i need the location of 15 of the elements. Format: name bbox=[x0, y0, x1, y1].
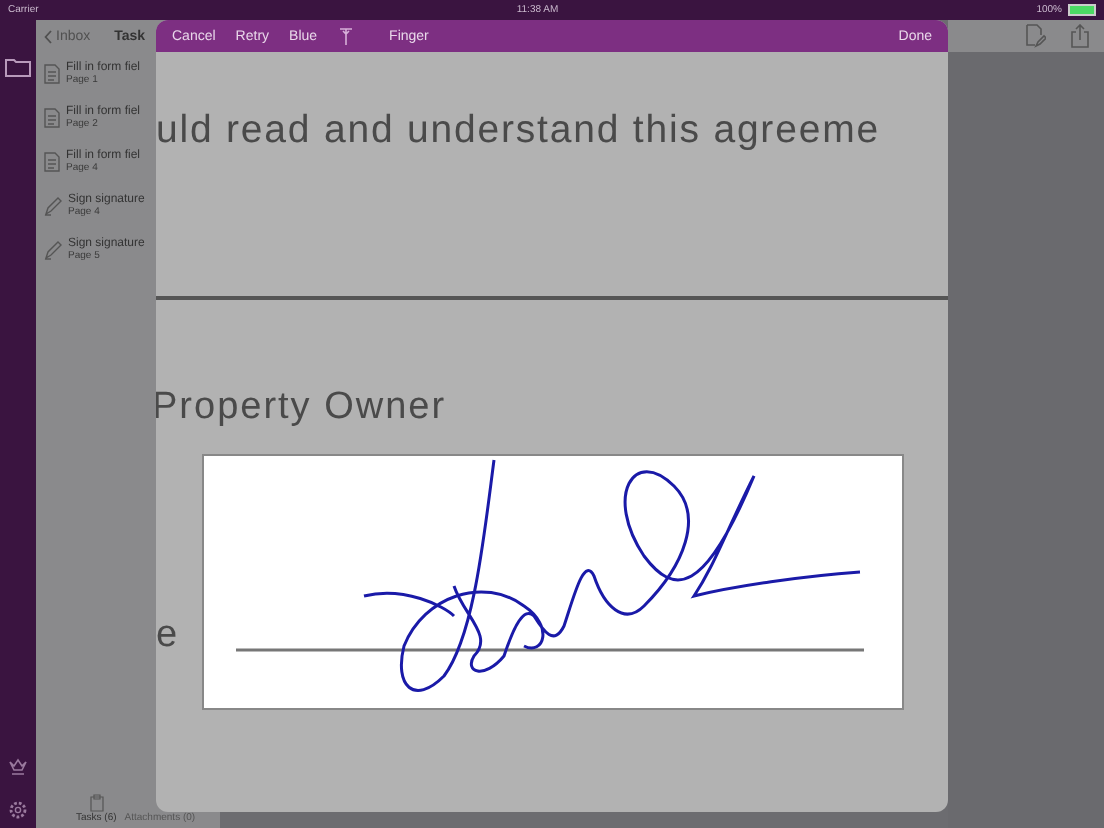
folder-icon[interactable] bbox=[4, 56, 32, 78]
form-document-icon bbox=[44, 64, 60, 84]
settings-icon[interactable] bbox=[8, 800, 28, 820]
pen-icon bbox=[44, 240, 62, 260]
signature-line-label: e bbox=[156, 614, 178, 658]
form-document-icon bbox=[44, 108, 60, 128]
clipboard-icon bbox=[89, 794, 104, 812]
pen-nib-icon[interactable] bbox=[337, 26, 354, 46]
chevron-left-icon bbox=[44, 29, 52, 43]
battery-icon bbox=[1068, 4, 1096, 16]
crown-icon[interactable] bbox=[8, 758, 28, 776]
pen-icon bbox=[44, 196, 62, 216]
agreement-text: uld read and understand this agreeme bbox=[156, 108, 882, 154]
signature-pad[interactable] bbox=[201, 454, 904, 710]
form-document-icon bbox=[44, 152, 60, 172]
